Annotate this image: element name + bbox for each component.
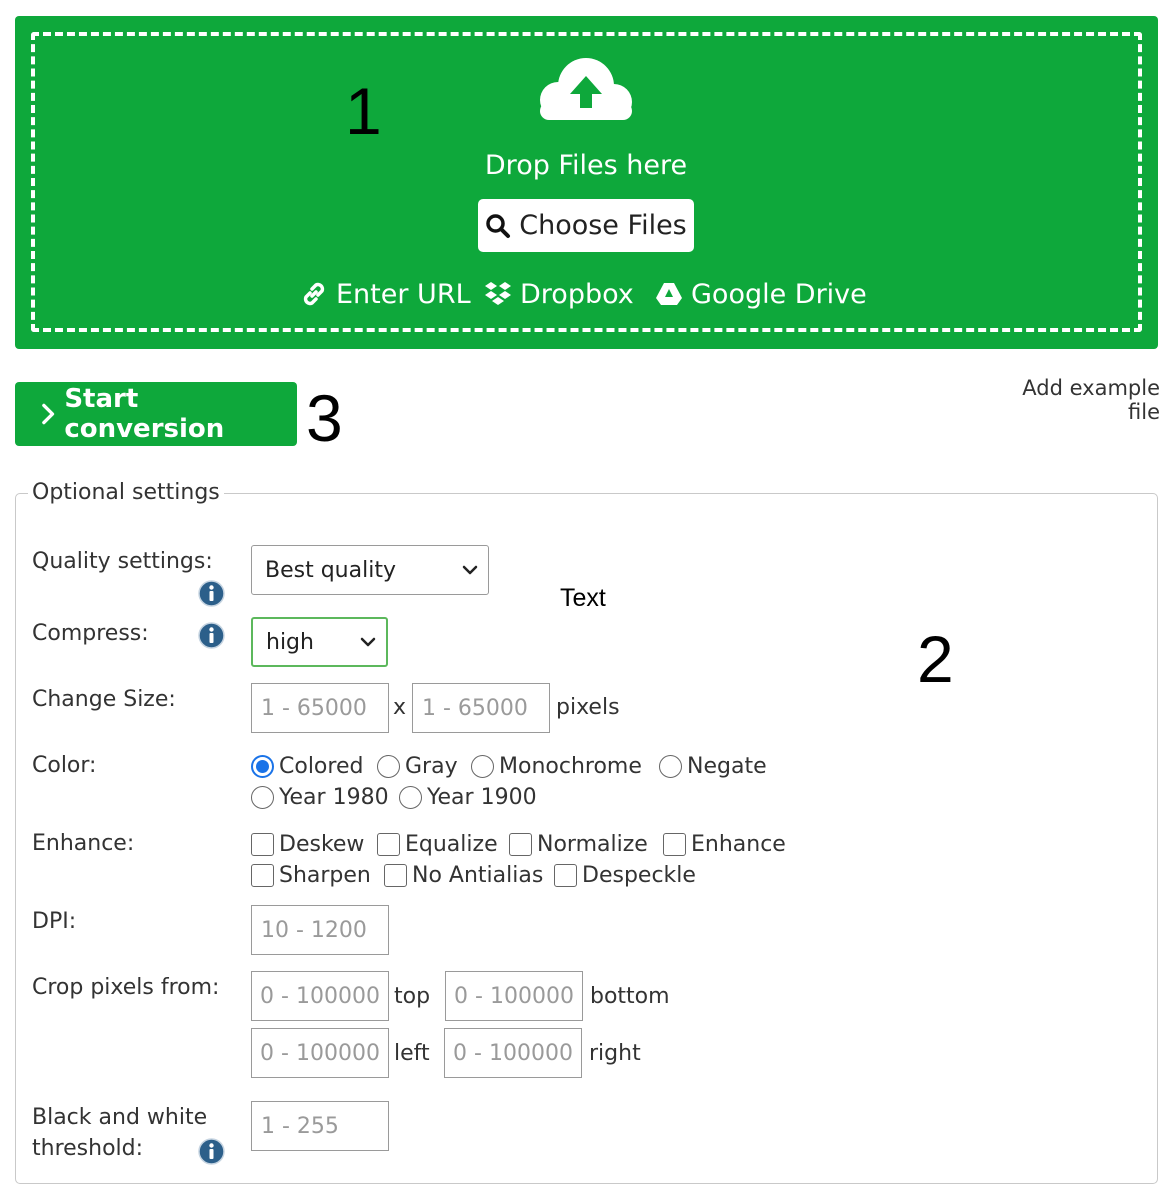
checkbox[interactable] <box>509 832 532 856</box>
height-input[interactable]: 1 - 65000 <box>412 683 550 733</box>
dropbox-icon <box>485 282 511 305</box>
drop-files-text: Drop Files here <box>484 150 688 181</box>
annotation-number-1: 1 <box>345 74 382 148</box>
radio-button[interactable] <box>659 754 682 778</box>
radio-button[interactable] <box>377 754 400 778</box>
change-size-label: Change Size: <box>32 687 176 712</box>
color-option-label: Year 1900 <box>427 784 537 810</box>
checkbox[interactable] <box>251 863 274 887</box>
chevron-right-icon <box>42 403 55 425</box>
dpi-input[interactable]: 10 - 1200 <box>251 905 389 955</box>
quality-selected-value: Best quality <box>265 557 396 583</box>
pixels-unit: pixels <box>556 695 620 720</box>
enhance-option-label: Sharpen <box>279 862 371 888</box>
radio-button[interactable] <box>251 785 274 809</box>
enhance-option-equalize[interactable]: Equalize <box>377 829 498 859</box>
enhance-option-label: No Antialias <box>412 862 544 888</box>
width-input[interactable]: 1 - 65000 <box>251 683 389 733</box>
enhance-option-enhance[interactable]: Enhance <box>663 829 786 859</box>
search-icon <box>486 213 511 238</box>
google-drive-link[interactable]: Google Drive <box>655 276 867 312</box>
compress-selected-value: high <box>266 629 314 655</box>
info-icon[interactable] <box>198 622 225 649</box>
quality-settings-label: Quality settings: <box>32 549 213 574</box>
dropbox-link[interactable]: Dropbox <box>484 276 634 312</box>
color-option-colored[interactable]: Colored <box>251 751 363 781</box>
optional-settings-legend: Optional settings <box>28 480 224 505</box>
color-option-year-1980[interactable]: Year 1980 <box>251 782 389 812</box>
radio-button[interactable] <box>471 754 494 778</box>
enhance-option-label: Normalize <box>537 831 648 857</box>
info-icon[interactable] <box>198 1138 225 1165</box>
enhance-option-deskew[interactable]: Deskew <box>251 829 364 859</box>
checkbox[interactable] <box>251 832 274 856</box>
enhance-option-label: Equalize <box>405 831 498 857</box>
crop-bottom-input[interactable]: 0 - 100000 <box>445 971 583 1021</box>
google-drive-label: Google Drive <box>691 278 867 310</box>
threshold-label-line1: Black and white <box>32 1105 208 1130</box>
radio-button[interactable] <box>399 785 422 809</box>
start-conversion-label: Start conversion <box>64 384 225 444</box>
enhance-label: Enhance: <box>32 831 135 856</box>
dropbox-label: Dropbox <box>520 278 634 310</box>
choose-files-label: Choose Files <box>519 210 687 241</box>
enhance-option-label: Deskew <box>279 831 365 857</box>
crop-bottom-label: bottom <box>590 984 670 1009</box>
enhance-option-sharpen[interactable]: Sharpen <box>251 860 371 890</box>
color-option-negate[interactable]: Negate <box>659 751 767 781</box>
enter-url-link[interactable]: Enter URL <box>300 276 471 312</box>
compress-select[interactable]: high <box>251 617 388 667</box>
color-option-label: Colored <box>279 753 364 779</box>
checkbox[interactable] <box>554 863 577 887</box>
threshold-input[interactable]: 1 - 255 <box>251 1101 389 1151</box>
crop-top-input[interactable]: 0 - 100000 <box>251 971 389 1021</box>
choose-files-button[interactable]: Choose Files <box>478 199 694 252</box>
color-option-label: Year 1980 <box>279 784 389 810</box>
google-drive-icon <box>656 283 682 305</box>
link-icon <box>303 282 325 306</box>
enhance-option-despeckle[interactable]: Despeckle <box>554 860 696 890</box>
color-option-gray[interactable]: Gray <box>377 751 458 781</box>
start-conversion-button[interactable]: Start conversion <box>15 382 297 446</box>
quality-select[interactable]: Best quality <box>251 545 489 595</box>
crop-left-input[interactable]: 0 - 100000 <box>251 1028 389 1078</box>
chevron-down-icon <box>462 565 478 575</box>
color-option-monochrome[interactable]: Monochrome <box>471 751 642 781</box>
size-separator: x <box>393 695 407 720</box>
add-example-file-link[interactable]: Add example file <box>990 376 1160 424</box>
crop-top-label: top <box>394 984 431 1009</box>
checkbox[interactable] <box>384 863 407 887</box>
text-annotation: Text <box>560 584 606 612</box>
color-option-label: Gray <box>405 753 458 779</box>
color-option-label: Monochrome <box>499 753 642 779</box>
checkbox[interactable] <box>663 832 686 856</box>
enter-url-label: Enter URL <box>336 278 471 310</box>
crop-right-input[interactable]: 0 - 100000 <box>444 1028 582 1078</box>
radio-button-checked[interactable] <box>251 754 274 778</box>
annotation-number-3: 3 <box>306 381 343 455</box>
color-label: Color: <box>32 753 97 778</box>
info-icon[interactable] <box>198 580 225 607</box>
color-option-label: Negate <box>687 753 767 779</box>
compress-label: Compress: <box>32 621 149 646</box>
threshold-label-line2: threshold: <box>32 1136 144 1161</box>
crop-left-label: left <box>394 1041 430 1066</box>
enhance-option-no-antialias[interactable]: No Antialias <box>384 860 543 890</box>
enhance-option-normalize[interactable]: Normalize <box>509 829 648 859</box>
cloud-upload-icon <box>540 58 632 120</box>
dpi-label: DPI: <box>32 909 77 934</box>
color-option-year-1900[interactable]: Year 1900 <box>399 782 537 812</box>
chevron-down-icon <box>360 637 376 647</box>
enhance-option-label: Enhance <box>691 831 786 857</box>
crop-right-label: right <box>589 1041 641 1066</box>
checkbox[interactable] <box>377 832 400 856</box>
enhance-option-label: Despeckle <box>582 862 696 888</box>
crop-label: Crop pixels from: <box>32 975 220 1000</box>
